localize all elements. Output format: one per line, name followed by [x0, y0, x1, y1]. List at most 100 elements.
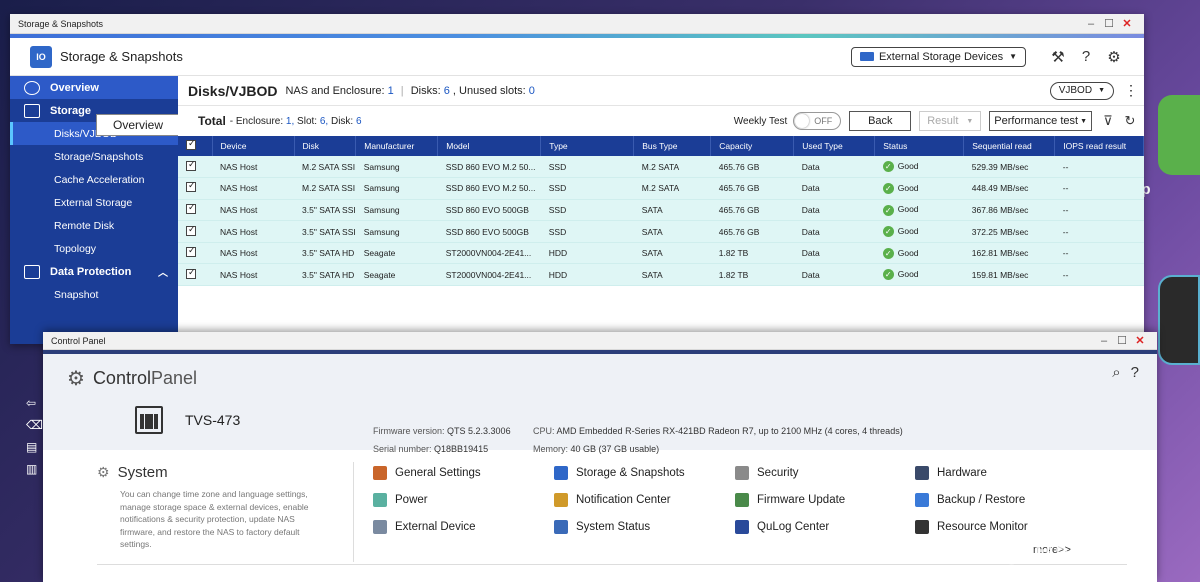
minimize-icon[interactable]: –: [1082, 18, 1100, 30]
cell-text: Good: [897, 182, 919, 193]
dock-arrow-icon[interactable]: ⇦: [26, 396, 43, 410]
desktop-icon-hbs[interactable]: HBS Back: [1110, 275, 1200, 397]
cp-item-resource-monitor[interactable]: Resource Monitor: [915, 520, 1095, 534]
col-model[interactable]: Model: [437, 136, 542, 156]
row-checkbox-cell[interactable]: [178, 178, 212, 200]
chevron-down-icon: ▼: [1098, 87, 1105, 94]
overview-icon: [24, 80, 40, 95]
col-manufacturer[interactable]: Manufacturer: [355, 136, 439, 156]
main-panel: Disks/VJBOD NAS and Enclosure: 1 | Disks…: [178, 76, 1144, 344]
cp-item-external-device[interactable]: External Device: [373, 520, 554, 534]
row-checkbox[interactable]: [186, 267, 196, 279]
table-row[interactable]: NAS Host M.2 SATA SSI Samsung SSD 860 EVO M…: [178, 156, 1144, 178]
col-disk[interactable]: Disk: [294, 136, 357, 156]
row-checkbox-cell[interactable]: [178, 156, 212, 178]
cp-item-system-status[interactable]: System Status: [554, 520, 735, 534]
cp-item-storage-snapshots[interactable]: Storage & Snapshots: [554, 466, 735, 480]
tools-icon[interactable]: ⚒: [1048, 47, 1068, 67]
cp-item-security[interactable]: Security: [735, 466, 915, 480]
cell-text: SSD: [548, 161, 567, 172]
table-row[interactable]: NAS Host M.2 SATA SSI Samsung SSD 860 EVO M…: [178, 177, 1144, 200]
maximize-icon[interactable]: ☐: [1113, 334, 1131, 347]
close-icon[interactable]: ✕: [1118, 17, 1136, 30]
cell-text: NAS Host: [220, 248, 258, 259]
cell-text: NAS Host: [220, 204, 258, 215]
weekly-test-toggle[interactable]: OFF: [793, 112, 842, 130]
col-capacity[interactable]: Capacity: [710, 136, 795, 156]
cell-text: 1.82 TB: [718, 248, 749, 259]
row-checkbox[interactable]: [186, 202, 196, 214]
sidebar-item-data-protection[interactable]: Data Protection ︿: [10, 260, 178, 283]
chevron-up-icon[interactable]: ︿: [158, 264, 168, 279]
back-button[interactable]: Back: [849, 111, 912, 131]
more-options-icon[interactable]: ⋮: [1124, 82, 1138, 99]
cp-item-firmware-update[interactable]: Firmware Update: [735, 493, 915, 507]
cell-text: M.2 SATA: [641, 161, 680, 172]
sidebar-item-cache-acceleration[interactable]: Cache Acceleration: [10, 168, 178, 191]
cp-item-general-settings[interactable]: General Settings: [373, 466, 554, 480]
cp-item-backup-restore[interactable]: Backup / Restore: [915, 493, 1095, 507]
sidebar-item-topology[interactable]: Topology: [10, 237, 178, 260]
table-cell: --: [1055, 221, 1144, 243]
cp-item-hardware[interactable]: Hardware: [915, 466, 1095, 480]
row-checkbox[interactable]: [186, 180, 196, 193]
table-cell: NAS Host: [212, 242, 294, 264]
table-row[interactable]: NAS Host 3.5" SATA SSI Samsung SSD 860 EVO …: [178, 220, 1144, 243]
col-bus-type[interactable]: Bus Type: [633, 136, 712, 156]
sidebar-item-remote-disk[interactable]: Remote Disk: [10, 214, 178, 237]
cell-text: 529.39 MB/sec: [971, 161, 1029, 172]
table-cell: SSD 860 EVO 500GB: [438, 199, 541, 221]
sidebar-item-external-storage[interactable]: External Storage: [10, 191, 178, 214]
maximize-icon[interactable]: ☐: [1100, 17, 1118, 30]
sidebar-item-overview[interactable]: Overview: [10, 76, 178, 99]
performance-test-select[interactable]: Performance test ▼: [989, 111, 1092, 131]
sidebar-item-label: Cache Acceleration: [54, 173, 145, 186]
dock-chart-icon[interactable]: ▥: [26, 462, 43, 476]
dock-disk-icon[interactable]: ▤: [26, 440, 43, 454]
nas-value: 1: [387, 84, 394, 97]
cell-text: 465.76 GB: [718, 161, 760, 172]
col-type[interactable]: Type: [540, 136, 635, 156]
row-checkbox-cell[interactable]: [178, 221, 212, 243]
cell-text: Seagate: [363, 248, 396, 259]
sidebar-item-storage-snapshots[interactable]: Storage/Snapshots: [10, 145, 178, 168]
row-checkbox[interactable]: [186, 159, 196, 171]
table-row[interactable]: NAS Host 3.5" SATA SSI Samsung SSD 860 EVO …: [178, 199, 1144, 221]
cp-item-qulog-center[interactable]: QuLog Center: [735, 520, 915, 534]
col-sequential-read[interactable]: Sequential read: [963, 136, 1056, 156]
help-icon[interactable]: ?: [1131, 364, 1139, 381]
check-circle-icon: ✓: [882, 269, 894, 281]
table-row[interactable]: NAS Host 3.5" SATA HD Seagate ST2000VN004-2…: [178, 242, 1144, 264]
sidebar-item-snapshot[interactable]: Snapshot: [10, 283, 178, 306]
col-device[interactable]: Device: [212, 136, 295, 156]
col-status[interactable]: Status: [874, 136, 965, 156]
external-storage-select[interactable]: External Storage Devices ▼: [850, 46, 1026, 67]
filter-icon[interactable]: ⊽: [1100, 113, 1116, 129]
row-checkbox[interactable]: [186, 224, 196, 236]
cp-item-power[interactable]: Power: [373, 493, 554, 507]
desktop-icon-help[interactable]: Help: [1118, 95, 1200, 198]
result-button[interactable]: Result ▼: [919, 111, 982, 131]
table-row[interactable]: NAS Host 3.5" SATA HD Seagate ST2000VN004-2…: [178, 263, 1144, 286]
select-all-header[interactable]: [178, 136, 213, 156]
minimize-icon[interactable]: –: [1095, 335, 1113, 347]
row-checkbox-cell[interactable]: [178, 199, 212, 221]
page-title: Disks/VJBOD: [188, 82, 278, 99]
vjbod-button[interactable]: VJBOD ▼: [1049, 81, 1114, 100]
search-icon[interactable]: ⌕: [1112, 364, 1120, 381]
cell-text: Good: [897, 247, 919, 258]
table-cell: M.2 SATA: [634, 156, 711, 178]
cp-item-notification-center[interactable]: Notification Center: [554, 493, 735, 507]
col-used-type[interactable]: Used Type: [793, 136, 876, 156]
dock-eraser-icon[interactable]: ⌫: [26, 418, 43, 432]
help-icon[interactable]: ?: [1076, 47, 1096, 67]
refresh-icon[interactable]: ↻: [1122, 113, 1138, 129]
row-checkbox[interactable]: [186, 245, 196, 258]
close-icon[interactable]: ✕: [1131, 334, 1149, 347]
select-all-checkbox[interactable]: [186, 138, 196, 150]
col-iops-read[interactable]: IOPS read result: [1054, 136, 1144, 156]
row-checkbox-cell[interactable]: [178, 264, 212, 286]
row-checkbox-cell[interactable]: [178, 242, 212, 264]
settings-gear-icon[interactable]: ⚙: [1104, 47, 1124, 67]
cell-text: SATA: [641, 248, 663, 259]
